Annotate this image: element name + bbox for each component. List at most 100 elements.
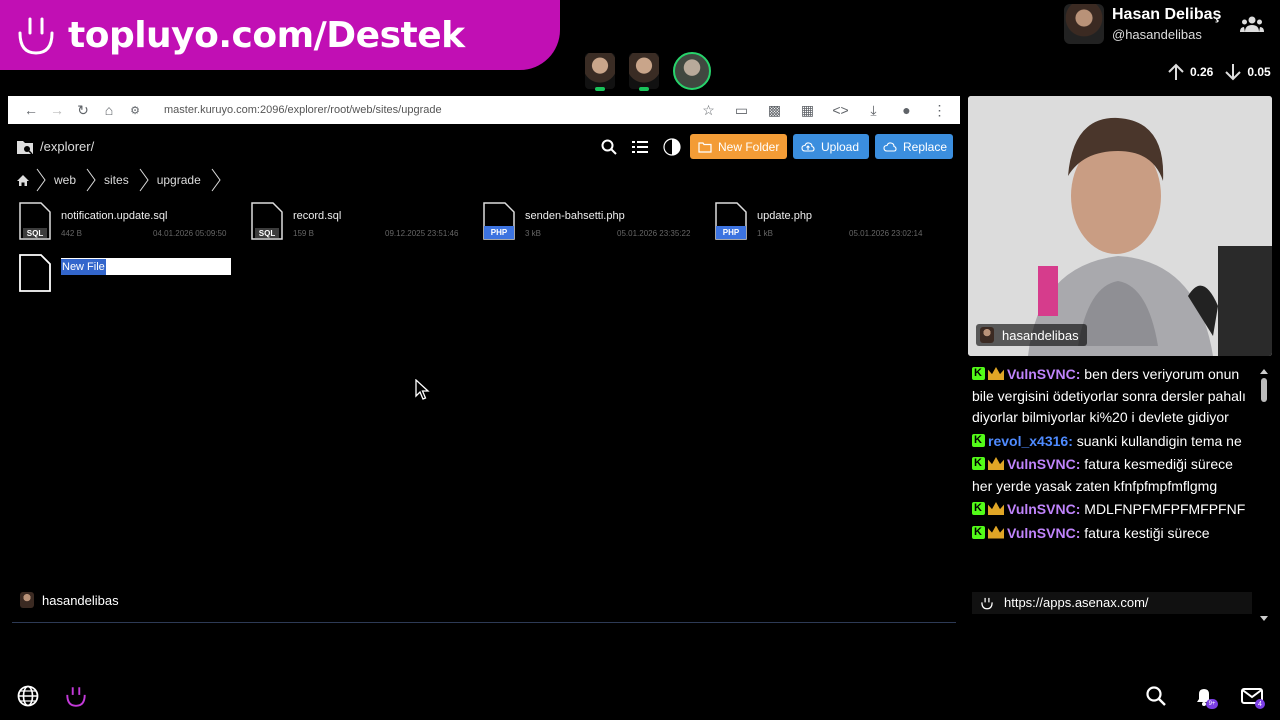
svg-text:PHP: PHP — [723, 228, 740, 237]
viewer-avatar[interactable] — [585, 53, 615, 91]
file-size: 1 kB — [757, 229, 774, 238]
link-url: https://apps.asenax.com/ — [1004, 595, 1149, 611]
avatar — [1064, 4, 1104, 44]
profile-name: Hasan Delibaş — [1112, 6, 1222, 23]
star-icon[interactable]: ☆ — [692, 96, 725, 124]
new-folder-button[interactable]: New Folder — [690, 134, 787, 159]
viewer-avatar-active[interactable] — [673, 52, 711, 90]
topluyo-logo-icon[interactable] — [64, 684, 88, 708]
sql-file-icon: SQL — [251, 202, 283, 240]
svg-text:SQL: SQL — [259, 229, 276, 238]
banner-text: topluyo.com/Destek — [68, 14, 465, 56]
chat-username[interactable]: VulnSVNC — [1007, 366, 1076, 382]
reload-icon[interactable]: ↻ — [70, 96, 96, 124]
back-icon[interactable]: ← — [18, 96, 44, 124]
code-icon[interactable]: <> — [824, 96, 857, 124]
chat-message: VulnSVNC: MDLFNPFMFPFMFPFNF — [968, 497, 1258, 521]
home-icon[interactable]: ⌂ — [96, 96, 122, 124]
chat-message: revol_x4316: suanki kullandigin tema ne — [968, 429, 1258, 453]
cloud-upload-icon — [801, 141, 815, 152]
file-name: notification.update.sql — [61, 210, 168, 222]
list-view-icon[interactable] — [631, 138, 649, 156]
divider — [12, 622, 956, 623]
file-name: senden-bahsetti.php — [525, 210, 625, 222]
chevron-right-icon — [86, 168, 96, 192]
replace-button[interactable]: Replace — [875, 134, 953, 159]
kick-badge-icon — [972, 498, 985, 520]
crown-badge-icon — [988, 457, 1004, 470]
link-tooltip[interactable]: https://apps.asenax.com/ — [972, 592, 1252, 614]
chat-message: VulnSVNC: fatura kestiği sürece — [968, 521, 1258, 545]
chat-username[interactable]: VulnSVNC — [1007, 456, 1076, 472]
breadcrumb-item-upgrade[interactable]: upgrade — [149, 168, 211, 192]
forward-icon[interactable]: → — [44, 96, 70, 124]
chat-panel: VulnSVNC: ben ders veriyorum onun bile v… — [968, 362, 1258, 624]
arrow-up-icon — [1168, 63, 1184, 80]
viewer-avatars — [585, 52, 711, 91]
chat-message: VulnSVNC: ben ders veriyorum onun bile v… — [968, 362, 1258, 429]
theme-toggle-icon[interactable] — [663, 138, 681, 156]
explorer-toolbar: /explorer/ New Folder Upload Replace — [8, 134, 960, 160]
promo-banner[interactable]: topluyo.com/Destek — [0, 0, 560, 70]
chat-message: VulnSVNC: fatura kesmediği sürece her ye… — [968, 452, 1258, 497]
profile-icon[interactable]: ● — [890, 96, 923, 124]
avatar — [20, 592, 34, 608]
folder-icon — [698, 141, 712, 153]
extensions-icon[interactable]: ▭ — [725, 96, 758, 124]
chat-username[interactable]: revol_x4316 — [988, 433, 1068, 449]
download-icon[interactable]: ⤓ — [857, 96, 890, 124]
file-size: 442 B — [61, 229, 82, 238]
chat-text: fatura kestiği sürece — [1084, 524, 1210, 541]
breadcrumb-item-web[interactable]: web — [46, 168, 86, 192]
url-field[interactable]: master.kuruyo.com:2096/explorer/root/web… — [164, 104, 692, 116]
search-icon[interactable] — [600, 138, 618, 156]
file-item[interactable]: PHP senden-bahsetti.php 3 kB 05.01.2026 … — [483, 202, 705, 242]
streamer-profile[interactable]: Hasan Delibaş @hasandelibas — [1064, 4, 1221, 44]
file-date: 05.01.2026 23:02:14 — [849, 229, 923, 238]
topluyo-logo-icon — [981, 597, 993, 610]
webcam-user-name: hasandelibas — [1002, 327, 1079, 343]
cloud-replace-icon — [883, 141, 897, 152]
svg-text:SQL: SQL — [27, 229, 44, 238]
breadcrumb-item-sites[interactable]: sites — [96, 168, 139, 192]
new-file-name-input[interactable]: New File — [61, 258, 231, 275]
file-item[interactable]: SQL notification.update.sql 442 B 04.01.… — [19, 202, 241, 242]
crown-badge-icon — [988, 502, 1004, 515]
chat-scrollbar[interactable] — [1258, 366, 1270, 624]
chat-username[interactable]: VulnSVNC — [1007, 501, 1076, 517]
arrow-down-icon — [1225, 64, 1242, 81]
network-stats: 0.26 0.05 — [1166, 62, 1271, 82]
upload-label: Upload — [821, 139, 860, 154]
file-date: 04.01.2026 05:09:50 — [153, 229, 227, 238]
breadcrumb-home[interactable] — [14, 168, 36, 192]
cast-icon[interactable]: ▩ — [758, 96, 791, 124]
search-icon[interactable] — [1144, 684, 1168, 708]
chat-username[interactable]: VulnSVNC — [1007, 525, 1076, 541]
file-item[interactable]: SQL record.sql 159 B 09.12.2025 23:51:46 — [251, 202, 473, 242]
avatar — [980, 327, 994, 343]
viewer-avatar[interactable] — [629, 53, 659, 91]
webcam-image — [968, 96, 1272, 356]
grid-icon[interactable]: ▦ — [791, 96, 824, 124]
home-icon — [17, 174, 29, 186]
site-settings-icon[interactable]: ⚙ — [122, 96, 148, 124]
kick-badge-icon — [972, 363, 985, 385]
sql-file-icon: SQL — [19, 202, 51, 240]
people-icon[interactable] — [1240, 14, 1264, 34]
php-file-icon: PHP — [715, 202, 747, 240]
replace-label: Replace — [903, 139, 948, 154]
upload-button[interactable]: Upload — [793, 134, 869, 159]
topluyo-logo-icon — [14, 13, 58, 57]
file-item[interactable]: PHP update.php 1 kB 05.01.2026 23:02:14 — [715, 202, 937, 242]
chevron-right-icon — [139, 168, 149, 192]
menu-icon[interactable]: ⋮ — [923, 96, 956, 124]
stream-user-name: hasandelibas — [42, 592, 119, 608]
kick-badge-icon — [972, 522, 985, 543]
mouse-cursor-icon — [415, 379, 430, 400]
stream-user-tag: hasandelibas — [20, 592, 119, 608]
svg-text:PHP: PHP — [491, 228, 508, 237]
globe-icon[interactable] — [16, 684, 40, 708]
blank-file-icon — [19, 254, 51, 292]
file-size: 3 kB — [525, 229, 542, 238]
crown-badge-icon — [988, 525, 1004, 539]
